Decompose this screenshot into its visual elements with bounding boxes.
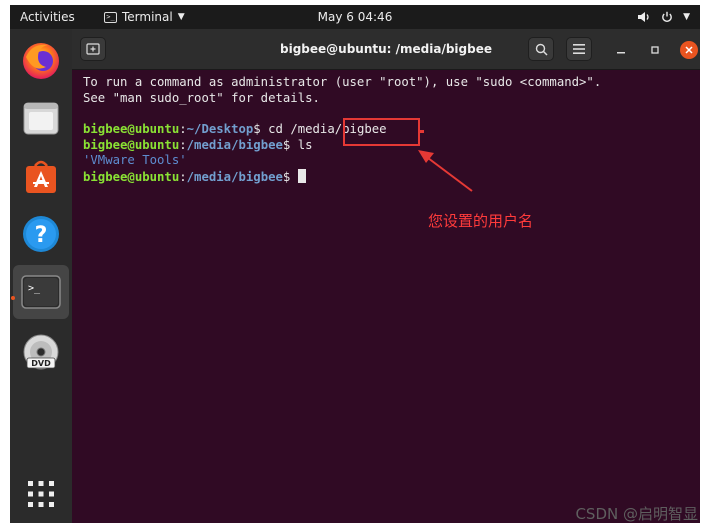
desktop-screen: Activities >_ Terminal ▼ May 6 04:46 ▼ ?… <box>10 5 700 523</box>
watermark: CSDN @启明智显 <box>575 505 698 523</box>
annotation-arrow-icon <box>418 150 473 192</box>
annotation-text: 您设置的用户名 <box>428 212 534 230</box>
